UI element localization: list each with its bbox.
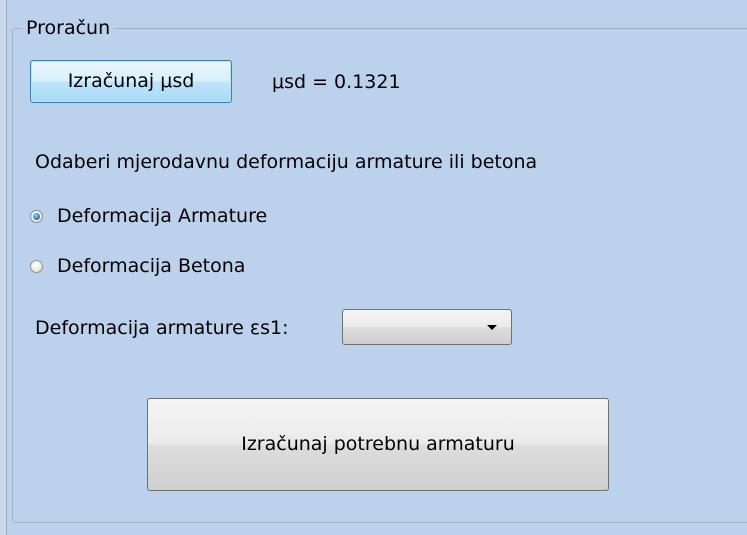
instruction-label: Odaberi mjerodavnu deformaciju armature … xyxy=(35,151,538,173)
mu-value-label: μsd = 0.1321 xyxy=(272,71,401,93)
radio-label: Deformacija Armature xyxy=(57,205,268,227)
deformation-label: Deformacija armature εs1: xyxy=(35,317,289,339)
radio-button-icon[interactable] xyxy=(30,209,43,223)
form-panel: Proračun Izračunaj μsd μsd = 0.1321 Odab… xyxy=(0,0,747,535)
radio-button-icon[interactable] xyxy=(30,259,43,273)
groupbox-title: Proračun xyxy=(22,16,115,40)
deformation-dropdown[interactable] xyxy=(342,309,512,345)
radio-label: Deformacija Betona xyxy=(57,255,246,277)
radio-deformacija-betona[interactable]: Deformacija Betona xyxy=(30,254,245,278)
calculate-mu-button[interactable]: Izračunaj μsd xyxy=(30,60,232,103)
chevron-down-icon[interactable] xyxy=(487,325,497,330)
radio-deformacija-armature[interactable]: Deformacija Armature xyxy=(30,204,267,228)
calculate-reinforcement-button[interactable]: Izračunaj potrebnu armaturu xyxy=(147,398,609,491)
window-left-edge xyxy=(0,0,7,535)
